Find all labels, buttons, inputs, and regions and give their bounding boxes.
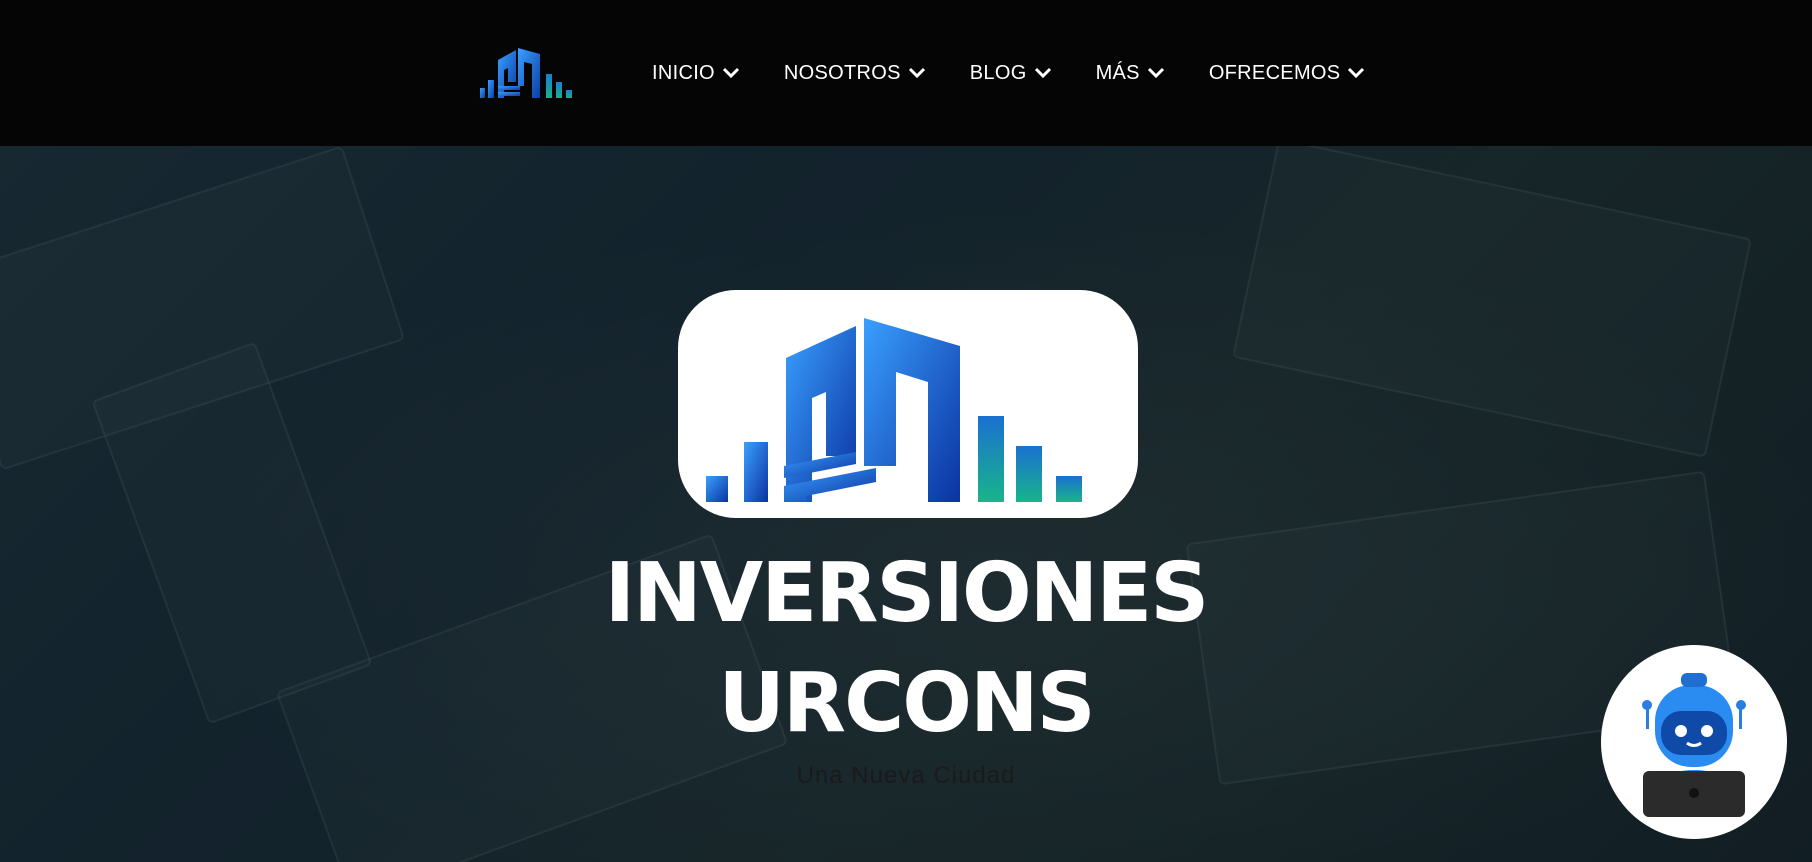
hero-subtitle: Una Nueva Ciudad bbox=[796, 762, 1016, 789]
hero-title-line2: URCONS bbox=[718, 656, 1095, 751]
chevron-down-icon bbox=[1147, 67, 1164, 79]
chevron-down-icon bbox=[908, 67, 925, 79]
nav-item-label: BLOG bbox=[969, 61, 1027, 84]
hero-title-line1: INVERSIONES bbox=[604, 546, 1210, 641]
chevron-down-icon bbox=[722, 67, 739, 79]
nav-item-ofrecemos[interactable]: OFRECEMOS bbox=[1209, 62, 1366, 85]
nav-item-label: OFRECEMOS bbox=[1208, 61, 1341, 84]
company-logo-icon bbox=[706, 318, 1082, 502]
chevron-down-icon bbox=[1034, 67, 1051, 79]
nav-item-nosotros[interactable]: NOSOTROS bbox=[784, 62, 926, 85]
nav-item-label: MÁS bbox=[1095, 61, 1140, 84]
chatbot-robot-icon bbox=[1642, 673, 1746, 817]
nav-item-label: INICIO bbox=[652, 61, 715, 84]
hero-logo-card bbox=[678, 290, 1138, 518]
nav-item-mas[interactable]: MÁS bbox=[1096, 62, 1165, 85]
chatbot-button[interactable] bbox=[1601, 645, 1787, 839]
main-menu: INICIO NOSOTROS BLOG MÁS OFRECEMOS bbox=[652, 0, 1409, 146]
top-navigation-bar: INICIO NOSOTROS BLOG MÁS OFRECEMOS bbox=[0, 0, 1812, 147]
chevron-down-icon bbox=[1348, 67, 1365, 79]
nav-item-blog[interactable]: BLOG bbox=[970, 62, 1052, 85]
nav-item-inicio[interactable]: INICIO bbox=[652, 62, 740, 85]
nav-item-label: NOSOTROS bbox=[783, 61, 901, 84]
site-logo-icon[interactable] bbox=[480, 42, 602, 100]
